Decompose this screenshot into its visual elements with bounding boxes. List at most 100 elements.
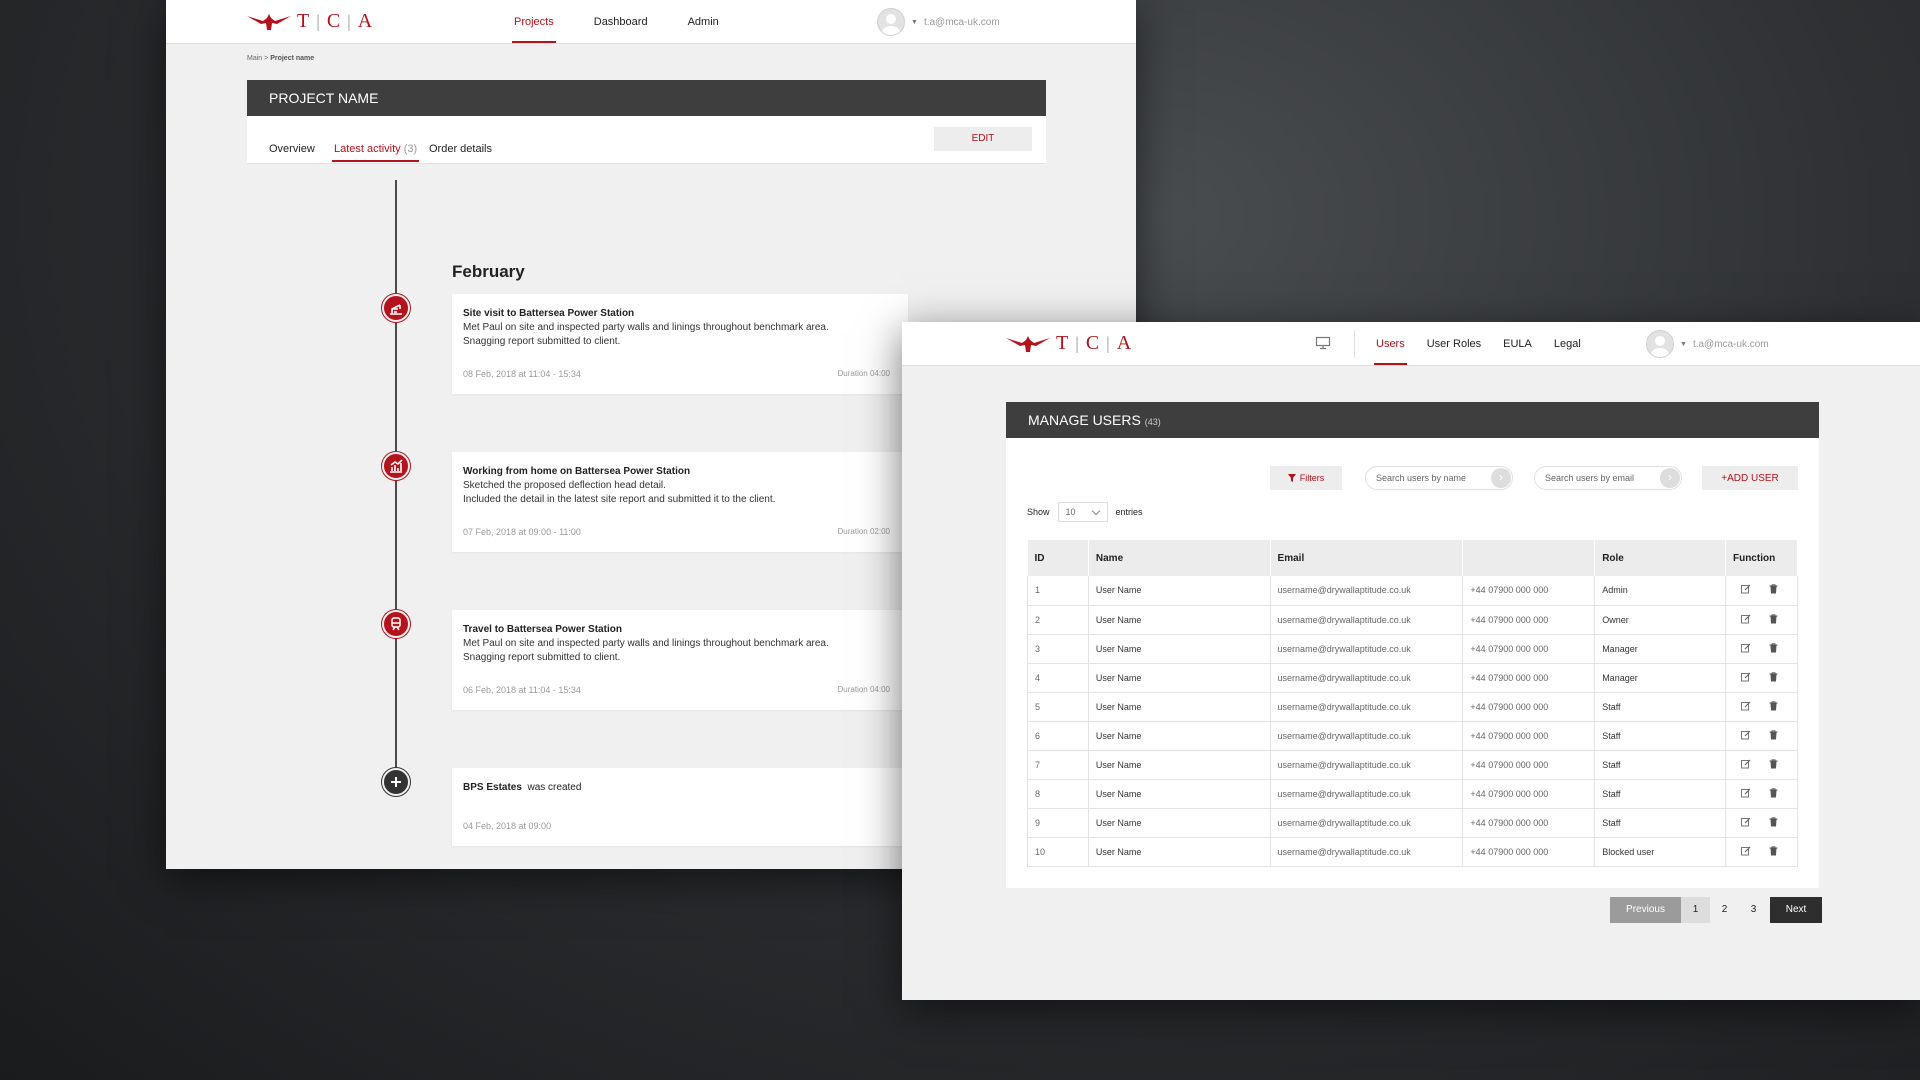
col-role[interactable]: Role — [1594, 540, 1726, 576]
page-title-text: MANAGE USERS — [1028, 412, 1141, 428]
page-3-button[interactable]: 3 — [1739, 897, 1768, 923]
edit-icon[interactable] — [1741, 788, 1751, 800]
cell-function — [1725, 663, 1799, 693]
breadcrumb-current: Project name — [270, 55, 315, 62]
edit-icon[interactable] — [1741, 584, 1751, 596]
trash-icon[interactable] — [1769, 671, 1778, 684]
tca-logo[interactable]: T | C | A — [1006, 332, 1135, 355]
cell-function — [1725, 576, 1799, 606]
trash-icon[interactable] — [1769, 700, 1778, 713]
activity-line: Met Paul on site and inspected party wal… — [463, 322, 829, 333]
table-row[interactable]: 5 User Name username@drywallaptitude.co.uk… — [1027, 692, 1799, 722]
cell-function — [1725, 837, 1799, 867]
tab-latest-activity[interactable]: Latest activity (3) — [331, 143, 420, 162]
cell-email: username@drywallaptitude.co.uk — [1270, 692, 1464, 722]
cell-name: User Name — [1088, 576, 1271, 606]
nav-users[interactable]: Users — [1374, 322, 1407, 366]
cell-email: username@drywallaptitude.co.uk — [1270, 721, 1464, 751]
col-email[interactable]: Email — [1270, 540, 1464, 576]
activity-card[interactable]: Working from home on Battersea Power Sta… — [452, 452, 908, 552]
search-go-icon[interactable]: › — [1491, 468, 1511, 488]
caret-down-icon: ▼ — [911, 18, 918, 26]
search-email-input[interactable] — [1545, 467, 1655, 489]
cell-phone: +44 07900 000 000 — [1462, 837, 1596, 867]
edit-icon[interactable] — [1741, 759, 1751, 771]
edit-icon[interactable] — [1741, 730, 1751, 742]
table-row[interactable]: 3 User Name username@drywallaptitude.co.uk… — [1027, 634, 1799, 664]
nav-projects[interactable]: Projects — [512, 0, 556, 44]
edit-icon[interactable] — [1741, 846, 1751, 858]
cell-email: username@drywallaptitude.co.uk — [1270, 808, 1464, 838]
edit-icon[interactable] — [1741, 817, 1751, 829]
col-phone[interactable] — [1462, 540, 1596, 576]
table-row[interactable]: 4 User Name username@drywallaptitude.co.uk… — [1027, 663, 1799, 693]
activity-card[interactable]: Site visit to Battersea Power Station Me… — [452, 294, 908, 394]
activity-footer: 06 Feb, 2018 at 11:04 - 15:34 Duration 0… — [463, 685, 890, 695]
table-row[interactable]: 10 User Name username@drywallaptitude.co.u… — [1027, 837, 1799, 867]
trash-icon[interactable] — [1769, 845, 1778, 858]
pagination: Previous 1 2 3 Next — [1610, 897, 1822, 923]
nav-dashboard[interactable]: Dashboard — [594, 0, 648, 44]
cell-id: 8 — [1027, 779, 1089, 809]
nav-eula[interactable]: EULA — [1503, 322, 1532, 366]
tca-logo[interactable]: T | C | A — [247, 10, 376, 33]
table-row[interactable]: 7 User Name username@drywallaptitude.co.uk… — [1027, 750, 1799, 780]
breadcrumb-main[interactable]: Main — [247, 55, 262, 62]
table-row[interactable]: 1 User Name username@drywallaptitude.co.uk… — [1027, 576, 1799, 606]
show-label: Show — [1027, 507, 1050, 517]
nav-legal[interactable]: Legal — [1554, 322, 1581, 366]
entries-select[interactable]: 10 — [1057, 502, 1108, 522]
cell-phone: +44 07900 000 000 — [1462, 721, 1596, 751]
edit-icon[interactable] — [1741, 643, 1751, 655]
trash-icon[interactable] — [1769, 642, 1778, 655]
monitor-icon[interactable] — [1315, 336, 1331, 355]
cell-id: 1 — [1027, 576, 1089, 606]
edit-icon[interactable] — [1741, 701, 1751, 713]
search-name-input[interactable] — [1376, 467, 1486, 489]
page-1-button[interactable]: 1 — [1681, 897, 1710, 923]
plus-icon — [382, 768, 410, 796]
cell-name: User Name — [1088, 605, 1271, 635]
nav-admin[interactable]: Admin — [688, 0, 719, 44]
activity-footer: 07 Feb, 2018 at 09:00 - 11:00 Duration 0… — [463, 527, 890, 537]
trash-icon[interactable] — [1769, 729, 1778, 742]
cell-email: username@drywallaptitude.co.uk — [1270, 634, 1464, 664]
edit-icon[interactable] — [1741, 672, 1751, 684]
edit-button[interactable]: EDIT — [934, 127, 1032, 151]
user-menu[interactable]: ▼ t.a@mca-uk.com — [877, 8, 1000, 36]
page-2-button[interactable]: 2 — [1710, 897, 1739, 923]
tab-overview[interactable]: Overview — [269, 143, 315, 155]
table-row[interactable]: 2 User Name username@drywallaptitude.co.uk… — [1027, 605, 1799, 635]
nav-user-roles[interactable]: User Roles — [1427, 322, 1481, 366]
trash-icon[interactable] — [1769, 787, 1778, 800]
trash-icon[interactable] — [1769, 584, 1778, 596]
edit-icon[interactable] — [1741, 614, 1751, 626]
user-menu[interactable]: ▼ t.a@mca-uk.com — [1646, 330, 1769, 358]
table-row[interactable]: 9 User Name username@drywallaptitude.co.uk… — [1027, 808, 1799, 838]
created-card[interactable]: BPS Estates was created 04 Feb, 2018 at … — [452, 768, 908, 846]
table-row[interactable]: 6 User Name username@drywallaptitude.co.uk… — [1027, 721, 1799, 751]
trash-icon[interactable] — [1769, 758, 1778, 771]
created-label: was created — [527, 782, 582, 793]
filters-button[interactable]: Filters — [1270, 466, 1342, 490]
tab-order-details[interactable]: Order details — [429, 143, 492, 155]
user-email: t.a@mca-uk.com — [1692, 338, 1769, 350]
activity-line: Met Paul on site and inspected party wal… — [463, 638, 829, 649]
cell-name: User Name — [1088, 779, 1271, 809]
project-tabs: Overview Latest activity (3) Order detai… — [247, 116, 1046, 164]
table-header-row: ID Name Email Role Function — [1027, 540, 1799, 576]
col-name[interactable]: Name — [1088, 540, 1271, 576]
next-page-button[interactable]: Next — [1770, 897, 1822, 923]
search-go-icon[interactable]: › — [1660, 468, 1680, 488]
users-main-nav: Users User Roles EULA Legal — [1374, 322, 1603, 366]
cell-phone: +44 07900 000 000 — [1462, 605, 1596, 635]
col-id[interactable]: ID — [1027, 540, 1089, 576]
cell-email: username@drywallaptitude.co.uk — [1270, 663, 1464, 693]
page-title: MANAGE USERS (43) — [1006, 402, 1819, 438]
activity-card[interactable]: Travel to Battersea Power Station Met Pa… — [452, 610, 908, 710]
previous-page-button[interactable]: Previous — [1610, 897, 1681, 923]
table-row[interactable]: 8 User Name username@drywallaptitude.co.uk… — [1027, 779, 1799, 809]
add-user-button[interactable]: +ADD USER — [1702, 466, 1798, 490]
trash-icon[interactable] — [1769, 816, 1778, 829]
trash-icon[interactable] — [1769, 613, 1778, 626]
